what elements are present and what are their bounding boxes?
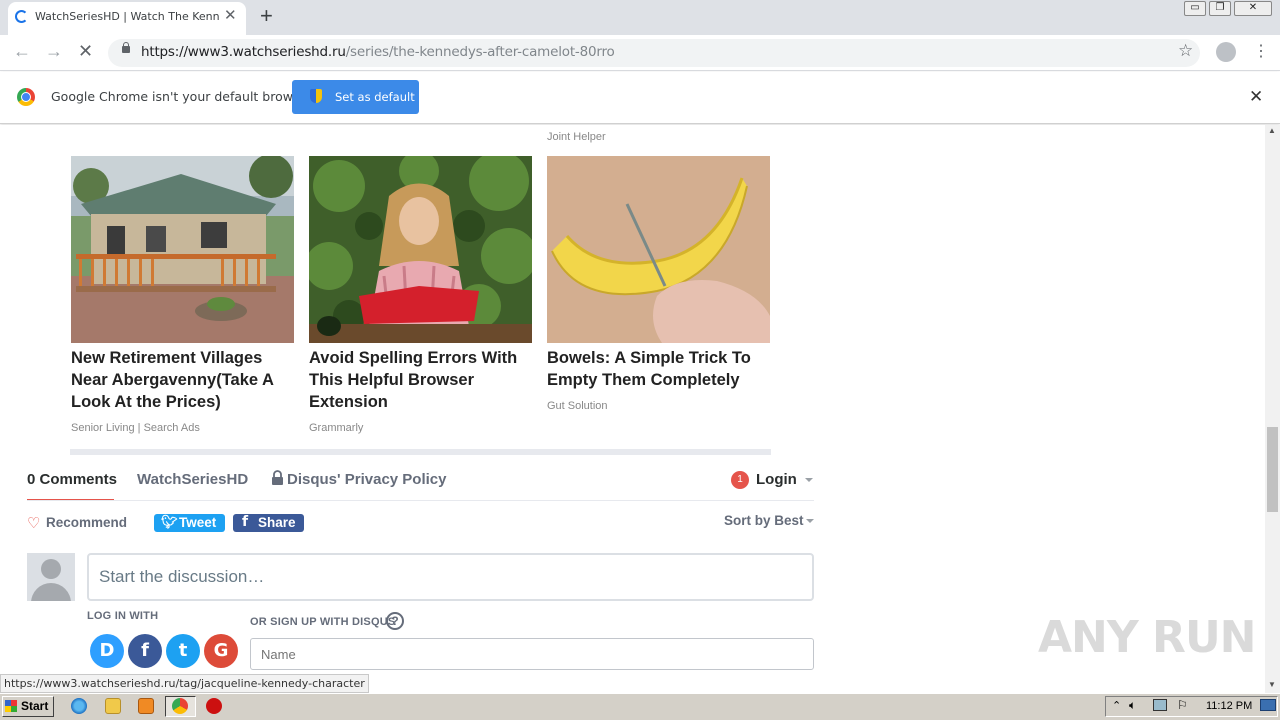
tweet-label: Tweet [179, 515, 217, 530]
user-avatar [27, 553, 75, 601]
login-menu[interactable]: Login [756, 471, 797, 488]
infobar-close-icon[interactable]: ✕ [1249, 87, 1263, 107]
twitter-icon: 🐦︎ [161, 514, 178, 529]
infobar-message: Google Chrome isn't your default browser [51, 89, 313, 104]
url-host: https://www3.watchserieshd.ru [141, 44, 346, 60]
tab-close-icon[interactable]: ✕ [224, 6, 237, 24]
new-tab-button[interactable]: + [260, 3, 273, 29]
disqus-divider [70, 449, 771, 455]
scrollbar-thumb[interactable] [1267, 427, 1278, 512]
twitter-login-icon[interactable]: t [166, 634, 200, 668]
disqus-login-icon[interactable]: D [90, 634, 124, 668]
tab-title: WatchSeriesHD | Watch The Kennedys After… [35, 10, 220, 23]
antivirus-icon[interactable] [206, 698, 222, 714]
windows-logo-icon [5, 700, 17, 712]
ad-title-3[interactable]: Bowels: A Simple Trick To Empty Them Com… [547, 347, 777, 391]
close-window-button[interactable]: ✕ [1234, 1, 1272, 16]
help-icon[interactable]: ? [386, 612, 404, 630]
network-icon[interactable] [1153, 699, 1167, 711]
avatar-body [31, 583, 71, 601]
share-button[interactable]: f Share [233, 514, 304, 532]
facebook-letter: f [141, 640, 149, 661]
disqus-nav-divider [27, 500, 814, 501]
ad-source-2[interactable]: Grammarly [309, 422, 363, 434]
url-path: /series/the-kennedys-after-camelot-80rro [345, 44, 615, 60]
status-bar-url: https://www3.watchserieshd.ru/tag/jacque… [0, 674, 369, 693]
avatar-head [41, 559, 61, 579]
sign-up-label: OR SIGN UP WITH DISQUS [250, 616, 396, 628]
notification-badge[interactable]: 1 [731, 471, 749, 489]
profile-avatar-icon[interactable] [1216, 42, 1236, 62]
anyrun-watermark: ANY RUN [1038, 612, 1256, 663]
ad-source-3[interactable]: Gut Solution [547, 400, 608, 412]
page-scrollbar[interactable] [1265, 125, 1280, 693]
chrome-taskbar-icon [172, 698, 188, 714]
facebook-login-icon[interactable]: f [128, 634, 162, 668]
volume-icon[interactable]: 🔈︎ [1129, 698, 1136, 713]
disqus-letter: D [99, 640, 115, 661]
restore-button[interactable]: ❐ [1209, 1, 1231, 16]
lock-icon [122, 46, 130, 53]
ad-title-1[interactable]: New Retirement Villages Near Abergavenny… [71, 347, 301, 413]
stop-button[interactable]: ✕ [78, 41, 93, 62]
comments-count-tab[interactable]: 0 Comments [27, 471, 117, 488]
google-letter: G [213, 640, 229, 661]
url-text[interactable]: https://www3.watchserieshd.ru/series/the… [141, 44, 615, 60]
tweet-button[interactable]: 🐦︎ Tweet [154, 514, 225, 532]
scroll-down-arrow-icon[interactable]: ▼ [1268, 680, 1276, 689]
twitter-letter: t [178, 640, 188, 661]
sort-chevron-down-icon [806, 519, 814, 523]
minimize-button[interactable]: ▭ [1184, 1, 1206, 16]
flag-icon[interactable]: ⚐ [1177, 698, 1188, 712]
back-button[interactable]: ← [13, 41, 31, 62]
show-desktop-icon[interactable] [1260, 699, 1276, 711]
ad-image-house[interactable] [71, 156, 294, 343]
ad-source-top[interactable]: Joint Helper [547, 131, 606, 143]
recommend-button[interactable]: Recommend [46, 515, 127, 530]
folder-icon[interactable] [105, 698, 121, 714]
shield-icon [310, 89, 322, 103]
ad-image-banana[interactable] [547, 156, 770, 343]
name-field[interactable] [250, 638, 814, 670]
log-in-with-label: LOG IN WITH [87, 610, 159, 622]
ad-title-2[interactable]: Avoid Spelling Errors With This Helpful … [309, 347, 539, 413]
share-label: Share [258, 515, 296, 530]
login-chevron-down-icon [805, 478, 813, 482]
google-login-icon[interactable]: G [204, 634, 238, 668]
clock: 11:12 PM [1206, 700, 1253, 712]
ie-icon[interactable] [71, 698, 87, 714]
padlock-icon [272, 470, 283, 486]
forward-button[interactable]: → [45, 41, 63, 62]
privacy-policy-link[interactable]: Disqus' Privacy Policy [287, 471, 446, 488]
chrome-logo-icon [17, 88, 35, 106]
heart-icon[interactable]: ♡ [27, 514, 40, 532]
sort-dropdown[interactable]: Sort by Best [724, 513, 804, 528]
chrome-menu-icon[interactable]: ⋮ [1253, 41, 1269, 61]
community-tab[interactable]: WatchSeriesHD [137, 471, 248, 488]
tray-expand-icon[interactable]: ⌃ [1112, 699, 1121, 712]
facebook-icon: f [242, 514, 249, 530]
ad-image-woman-reading[interactable] [309, 156, 532, 343]
scroll-up-arrow-icon[interactable]: ▲ [1268, 126, 1276, 135]
media-player-icon[interactable] [138, 698, 154, 714]
set-as-default-label: Set as default [335, 90, 415, 104]
comment-placeholder: Start the discussion… [99, 567, 265, 586]
bookmark-star-icon[interactable]: ☆ [1178, 41, 1193, 61]
ad-source-1[interactable]: Senior Living | Search Ads [71, 422, 200, 434]
loading-spinner-icon [15, 10, 28, 23]
